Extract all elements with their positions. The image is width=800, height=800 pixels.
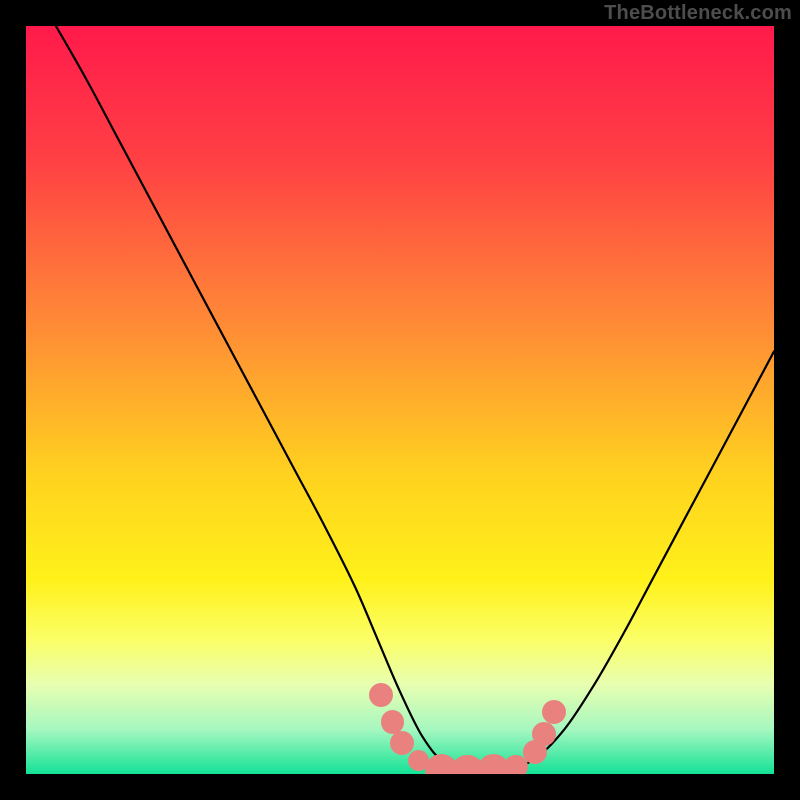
chart-frame: TheBottleneck.com xyxy=(0,0,800,800)
watermark-text: TheBottleneck.com xyxy=(604,2,792,25)
background-gradient xyxy=(26,26,774,774)
plot-area xyxy=(26,26,774,774)
